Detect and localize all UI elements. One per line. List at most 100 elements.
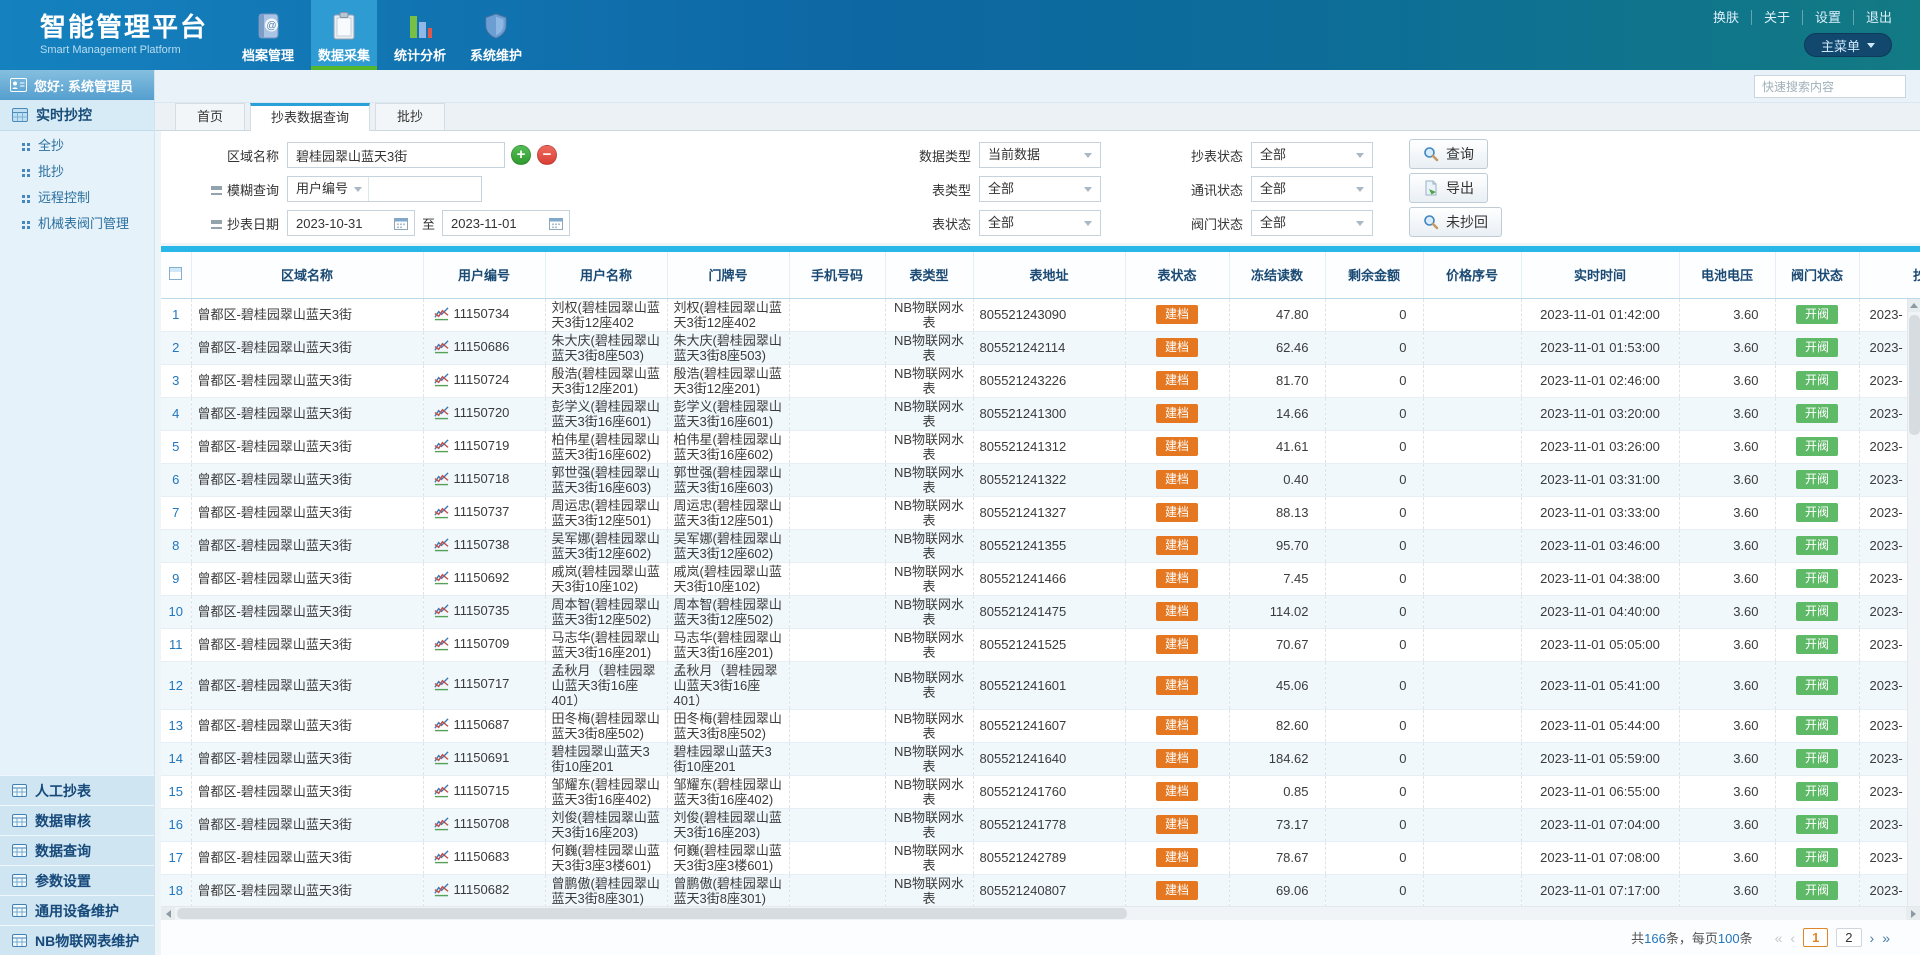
horizontal-scroll-thumb[interactable]: [177, 908, 1127, 919]
first-page-button[interactable]: «: [1775, 930, 1783, 946]
vertical-scrollbar[interactable]: [1907, 299, 1920, 906]
date-to-input[interactable]: 2023-11-01: [442, 210, 570, 236]
usage-chart-icon[interactable]: [434, 438, 449, 456]
table-row[interactable]: 17曾都区-碧桂园翠山蓝天3街11150683何巍(碧桂园翠山蓝天3街3座3楼6…: [161, 841, 1920, 874]
tab-batch-read[interactable]: 批抄: [375, 103, 445, 130]
usage-chart-icon[interactable]: [434, 372, 449, 390]
sidebar-item-batch-read[interactable]: 批抄: [0, 157, 154, 183]
usage-chart-icon[interactable]: [434, 717, 449, 735]
meter-state-select[interactable]: 全部: [979, 210, 1101, 236]
usage-chart-icon[interactable]: [434, 849, 449, 867]
next-page-button[interactable]: ›: [1870, 930, 1875, 946]
table-row[interactable]: 7曾都区-碧桂园翠山蓝天3街11150737周运忠(碧桂园翠山蓝天3街12座50…: [161, 496, 1920, 529]
usage-chart-icon[interactable]: [434, 636, 449, 654]
scroll-left-icon[interactable]: [161, 907, 175, 920]
sidebar-item-data-audit[interactable]: 数据审核: [0, 805, 154, 835]
last-page-button[interactable]: »: [1882, 930, 1890, 946]
table-row[interactable]: 4曾都区-碧桂园翠山蓝天3街11150720彭学义(碧桂园翠山蓝天3街16座60…: [161, 397, 1920, 430]
link-logout[interactable]: 退出: [1854, 10, 1892, 25]
tab-home[interactable]: 首页: [175, 103, 245, 130]
table-row[interactable]: 15曾都区-碧桂园翠山蓝天3街11150715邹耀东(碧桂园翠山蓝天3街16座4…: [161, 775, 1920, 808]
main-menu-button[interactable]: 主菜单: [1804, 33, 1892, 57]
sidebar-item-read-all[interactable]: 全抄: [0, 131, 154, 157]
table-row[interactable]: 12曾都区-碧桂园翠山蓝天3街11150717孟秋月（碧桂园翠山蓝天3街16座4…: [161, 661, 1920, 709]
sidebar-item-manual-reading[interactable]: 人工抄表: [0, 775, 154, 805]
cell-user_name: 刘权(碧桂园翠山蓝天3街12座402: [545, 298, 667, 331]
nav-archive[interactable]: @ 档案管理: [235, 0, 301, 70]
meter-type-select[interactable]: 全部: [979, 176, 1101, 202]
usage-chart-icon[interactable]: [434, 676, 449, 694]
cell-user_no: 11150687: [423, 709, 545, 742]
usage-chart-icon[interactable]: [434, 783, 449, 801]
scroll-up-icon[interactable]: [1908, 299, 1920, 312]
usage-chart-icon[interactable]: [434, 882, 449, 900]
link-about[interactable]: 关于: [1752, 10, 1803, 25]
comm-state-select[interactable]: 全部: [1251, 176, 1373, 202]
table-row[interactable]: 13曾都区-碧桂园翠山蓝天3街11150687田冬梅(碧桂园翠山蓝天3街8座50…: [161, 709, 1920, 742]
col-header-read_time: 抄表时间: [1859, 252, 1920, 298]
table-row[interactable]: 5曾都区-碧桂园翠山蓝天3街11150719柏伟星(碧桂园翠山蓝天3街16座60…: [161, 430, 1920, 463]
select-all-header[interactable]: [161, 252, 191, 298]
sidebar-item-realtime-reading[interactable]: 实时抄控: [0, 100, 154, 131]
cell-area: 曾都区-碧桂园翠山蓝天3街: [191, 430, 423, 463]
fuzzy-input[interactable]: [369, 178, 481, 200]
link-skin[interactable]: 换肤: [1701, 10, 1752, 25]
prev-page-button[interactable]: ‹: [1790, 930, 1795, 946]
table-row[interactable]: 1曾都区-碧桂园翠山蓝天3街11150734刘权(碧桂园翠山蓝天3街12座402…: [161, 298, 1920, 331]
table-row[interactable]: 11曾都区-碧桂园翠山蓝天3街11150709马志华(碧桂园翠山蓝天3街16座2…: [161, 628, 1920, 661]
usage-chart-icon[interactable]: [434, 471, 449, 489]
table-row[interactable]: 14曾都区-碧桂园翠山蓝天3街11150691碧桂园翠山蓝天3街10座201碧桂…: [161, 742, 1920, 775]
quick-search-input[interactable]: [1755, 80, 1920, 94]
scroll-right-icon[interactable]: [1906, 907, 1920, 920]
sidebar-item-device-maintenance[interactable]: 通用设备维护: [0, 895, 154, 925]
query-button[interactable]: 查询: [1409, 139, 1488, 169]
area-input[interactable]: [287, 142, 505, 168]
cell-door_no: 郭世强(碧桂园翠山蓝天3街16座603): [667, 463, 789, 496]
sidebar-item-valve-mgmt[interactable]: 机械表阀门管理: [0, 209, 154, 235]
select-all-icon[interactable]: [169, 267, 182, 280]
table-row[interactable]: 16曾都区-碧桂园翠山蓝天3街11150708刘俊(碧桂园翠山蓝天3街16座20…: [161, 808, 1920, 841]
horizontal-scrollbar[interactable]: [161, 906, 1920, 920]
table-row[interactable]: 10曾都区-碧桂园翠山蓝天3街11150735周本智(碧桂园翠山蓝天3街12座5…: [161, 595, 1920, 628]
read-state-select[interactable]: 全部: [1251, 142, 1373, 168]
sidebar-item-data-query[interactable]: 数据查询: [0, 835, 154, 865]
cell-meter_state: 建档: [1125, 595, 1229, 628]
export-button[interactable]: 导出: [1409, 173, 1488, 203]
fuzzy-type-select[interactable]: 用户编号: [288, 177, 369, 201]
nav-maintenance[interactable]: 系统维护: [463, 0, 529, 70]
sidebar-item-nb-meter-maintenance[interactable]: NB物联网表维护: [0, 925, 154, 955]
table-row[interactable]: 6曾都区-碧桂园翠山蓝天3街11150718郭世强(碧桂园翠山蓝天3街16座60…: [161, 463, 1920, 496]
page-button-2[interactable]: 2: [1836, 928, 1861, 947]
remove-area-button[interactable]: −: [537, 145, 557, 165]
table-row[interactable]: 8曾都区-碧桂园翠山蓝天3街11150738吴军娜(碧桂园翠山蓝天3街12座60…: [161, 529, 1920, 562]
usage-chart-icon[interactable]: [434, 339, 449, 357]
usage-chart-icon[interactable]: [434, 537, 449, 555]
id-card-icon: [10, 78, 27, 92]
table-row[interactable]: 2曾都区-碧桂园翠山蓝天3街11150686朱大庆(碧桂园翠山蓝天3街8座503…: [161, 331, 1920, 364]
add-area-button[interactable]: +: [511, 145, 531, 165]
table-row[interactable]: 18曾都区-碧桂园翠山蓝天3街11150682曾鹏傲(碧桂园翠山蓝天3街8座30…: [161, 874, 1920, 906]
page-button-1[interactable]: 1: [1803, 928, 1828, 947]
usage-chart-icon[interactable]: [434, 570, 449, 588]
col-header-price_no: 价格序号: [1423, 252, 1521, 298]
usage-chart-icon[interactable]: [434, 405, 449, 423]
nav-statistics[interactable]: 统计分析: [387, 0, 453, 70]
valve-state-select[interactable]: 全部: [1251, 210, 1373, 236]
cell-sel: 5: [161, 430, 191, 463]
tab-meter-data-query[interactable]: 抄表数据查询: [250, 103, 370, 131]
vertical-scroll-thumb[interactable]: [1909, 315, 1920, 435]
table-row[interactable]: 3曾都区-碧桂园翠山蓝天3街11150724殷浩(碧桂园翠山蓝天3街12座201…: [161, 364, 1920, 397]
sidebar-item-remote-control[interactable]: 远程控制: [0, 183, 154, 209]
sidebar-item-parameter-settings[interactable]: 参数设置: [0, 865, 154, 895]
date-from-input[interactable]: 2023-10-31: [287, 210, 415, 236]
usage-chart-icon[interactable]: [434, 750, 449, 768]
usage-chart-icon[interactable]: [434, 603, 449, 621]
usage-chart-icon[interactable]: [434, 306, 449, 324]
usage-chart-icon[interactable]: [434, 504, 449, 522]
unread-button[interactable]: 未抄回: [1409, 207, 1502, 237]
usage-chart-icon[interactable]: [434, 816, 449, 834]
nav-data-collect[interactable]: 数据采集: [311, 0, 377, 70]
table-row[interactable]: 9曾都区-碧桂园翠山蓝天3街11150692戚岚(碧桂园翠山蓝天3街10座102…: [161, 562, 1920, 595]
link-settings[interactable]: 设置: [1803, 10, 1854, 25]
data-type-select[interactable]: 当前数据: [979, 142, 1101, 168]
